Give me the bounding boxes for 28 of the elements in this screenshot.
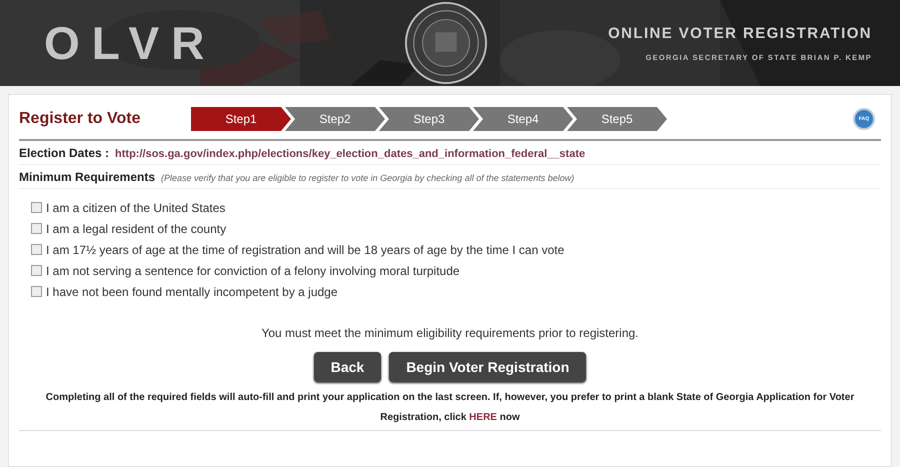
page-title: Register to Vote bbox=[19, 110, 142, 128]
checkbox-label: I have not been found mentally incompetent by a judge bbox=[46, 284, 338, 298]
checkbox-label: I am 17½ years of age at the time of registration and will be 18 years of age by the time I can vote bbox=[46, 242, 564, 256]
step-tab[interactable]: Step2 bbox=[285, 107, 385, 131]
seal-icon bbox=[404, 1, 488, 85]
election-dates-link[interactable]: http://sos.ga.gov/index.php/elections/key_election_dates_and_information_federal__state bbox=[115, 148, 586, 160]
eligibility-notice: You must meet the minimum eligibility requirements prior to registering. bbox=[260, 326, 640, 340]
back-button[interactable]: Back bbox=[314, 352, 382, 382]
logo: OLVR bbox=[43, 16, 218, 70]
checkbox[interactable] bbox=[31, 223, 42, 234]
begin-registration-button[interactable]: Begin Voter Registration bbox=[389, 352, 586, 382]
checkbox[interactable] bbox=[31, 265, 42, 276]
checkbox-label: I am a citizen of the United States bbox=[46, 200, 226, 214]
step-tab[interactable]: Step4 bbox=[473, 107, 573, 131]
checkbox[interactable] bbox=[31, 286, 42, 297]
checkbox[interactable] bbox=[31, 202, 42, 213]
step-tab[interactable]: Step3 bbox=[379, 107, 479, 131]
field-label: Election Dates : bbox=[19, 146, 110, 160]
step-tab[interactable]: Step1 bbox=[191, 107, 291, 131]
here-link[interactable]: HERE bbox=[469, 412, 497, 423]
checkbox-label: I am a legal resident of the county bbox=[46, 222, 226, 236]
instruction-note: (Please verify that you are eligible to register to vote in Georgia by checking all of the statements below) bbox=[161, 173, 574, 183]
site-title: ONLINE VOTER REGISTRATION bbox=[608, 24, 872, 42]
step-tab[interactable]: Step5 bbox=[567, 107, 667, 131]
field-label: Minimum Requirements bbox=[19, 170, 156, 184]
footer-note: Completing all of the required fields will auto-fill and print your application on the last screen. If, however, you prefer to print a blank State of Georgia Application for Voter Registration, click HERE now bbox=[19, 388, 881, 431]
checkbox-label: I am not serving a sentence for conviction of a felony involving moral turpitude bbox=[46, 264, 460, 278]
checkbox[interactable] bbox=[31, 244, 42, 255]
